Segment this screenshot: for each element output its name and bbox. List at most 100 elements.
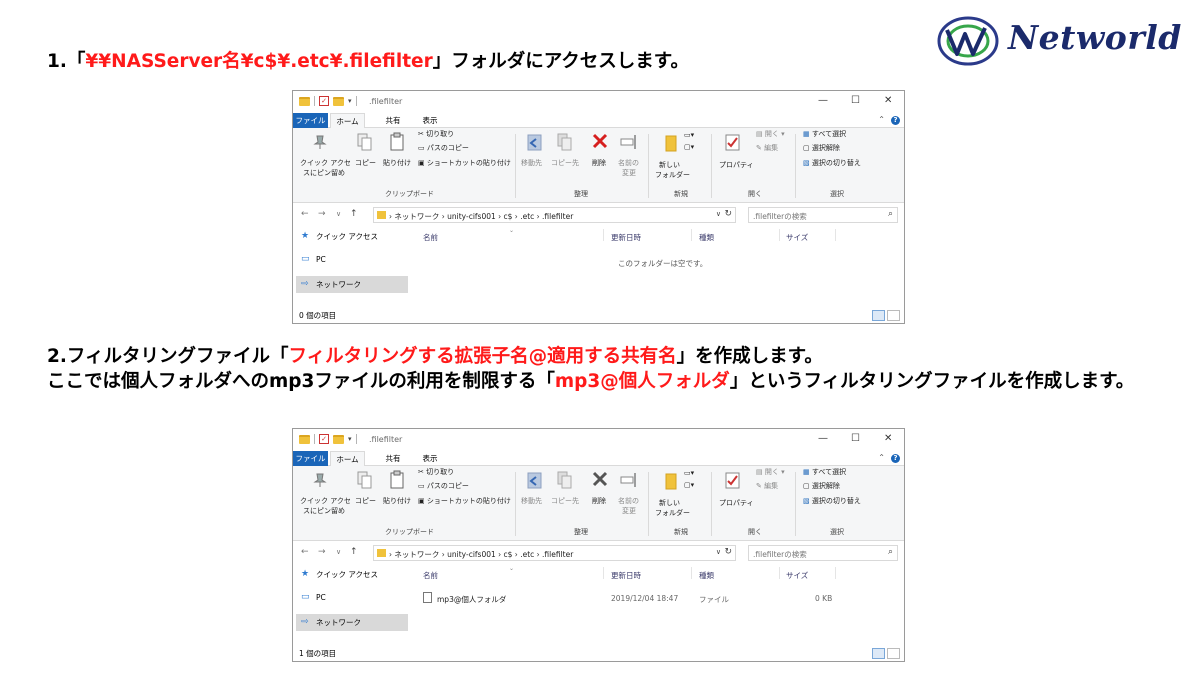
- breadcrumb[interactable]: › ネットワーク › unity-cifs001 › c$ › .etc › .…: [389, 211, 573, 222]
- minimize-button[interactable]: —: [818, 95, 828, 106]
- new-item-icon[interactable]: ▭▾: [684, 131, 694, 139]
- breadcrumb[interactable]: › ネットワーク › unity-cifs001 › c$ › .etc › .…: [389, 549, 573, 560]
- new-folder-button[interactable]: 新しい: [659, 498, 680, 508]
- pin-quick-access-label-2[interactable]: スにピン留め: [303, 506, 345, 516]
- rename-button[interactable]: 名前の: [618, 158, 639, 168]
- tab-file[interactable]: ファイル: [293, 451, 328, 466]
- customize-toolbar-arrow-icon[interactable]: ▾: [348, 435, 352, 443]
- refresh-icon[interactable]: ↻: [724, 547, 732, 557]
- help-icon[interactable]: ?: [891, 454, 900, 463]
- large-icons-view-icon[interactable]: [887, 648, 900, 659]
- copy-button[interactable]: コピー: [355, 496, 376, 506]
- column-modified[interactable]: 更新日時: [611, 232, 641, 243]
- delete-button[interactable]: 削除: [592, 158, 606, 168]
- collapse-ribbon-icon[interactable]: ⌃: [878, 115, 885, 124]
- file-name[interactable]: mp3@個人フォルダ: [437, 594, 506, 605]
- details-view-icon[interactable]: [872, 648, 885, 659]
- edit-button[interactable]: ✎ 編集: [756, 143, 778, 153]
- properties-check-icon[interactable]: ✓: [319, 434, 329, 444]
- properties-button[interactable]: プロパティ: [719, 498, 754, 508]
- address-dropdown-icon[interactable]: ∨: [716, 548, 721, 556]
- nav-item-quick-access[interactable]: ★ クイック アクセス: [296, 566, 408, 583]
- invert-selection-button[interactable]: ▧ 選択の切り替え: [803, 496, 861, 506]
- rename-button-line2[interactable]: 変更: [622, 168, 636, 178]
- maximize-button[interactable]: ☐: [851, 433, 860, 444]
- new-folder-icon[interactable]: [333, 96, 344, 106]
- minimize-button[interactable]: —: [818, 433, 828, 444]
- file-row[interactable]: mp3@個人フォルダ 2019/12/04 18:47 ファイル 0 KB: [423, 590, 903, 606]
- edit-button[interactable]: ✎ 編集: [756, 481, 778, 491]
- copy-path-button[interactable]: ▭ パスのコピー: [418, 481, 469, 491]
- help-icon[interactable]: ?: [891, 116, 900, 125]
- details-view-icon[interactable]: [872, 310, 885, 321]
- cut-button[interactable]: ✂ 切り取り: [418, 467, 454, 477]
- nav-item-quick-access[interactable]: ★ クイック アクセス: [296, 228, 408, 245]
- copy-path-button[interactable]: ▭ パスのコピー: [418, 143, 469, 153]
- nav-item-network[interactable]: ⇨ ネットワーク: [296, 614, 408, 631]
- back-arrow-icon[interactable]: ←: [301, 547, 309, 557]
- invert-selection-button[interactable]: ▧ 選択の切り替え: [803, 158, 861, 168]
- recent-dropdown-icon[interactable]: ∨: [336, 210, 341, 218]
- copy-to-button[interactable]: コピー先: [551, 158, 579, 168]
- large-icons-view-icon[interactable]: [887, 310, 900, 321]
- column-modified[interactable]: 更新日時: [611, 570, 641, 581]
- copy-button[interactable]: コピー: [355, 158, 376, 168]
- pin-quick-access-label-2[interactable]: スにピン留め: [303, 168, 345, 178]
- select-none-button[interactable]: ▢ 選択解除: [803, 143, 840, 153]
- column-name[interactable]: 名前: [423, 570, 438, 581]
- tab-home[interactable]: ホーム: [330, 113, 365, 128]
- cut-button[interactable]: ✂ 切り取り: [418, 129, 454, 139]
- tab-view[interactable]: 表示: [415, 113, 445, 128]
- recent-dropdown-icon[interactable]: ∨: [336, 548, 341, 556]
- search-icon[interactable]: ⌕: [888, 547, 893, 557]
- search-input[interactable]: .filefilterの検索 ⌕: [748, 207, 898, 223]
- open-button[interactable]: ▤ 開く ▾: [756, 129, 785, 139]
- paste-button[interactable]: 貼り付け: [383, 496, 411, 506]
- easy-access-icon[interactable]: ▢▾: [684, 481, 694, 489]
- address-dropdown-icon[interactable]: ∨: [716, 210, 721, 218]
- rename-button[interactable]: 名前の: [618, 496, 639, 506]
- up-arrow-icon[interactable]: ↑: [350, 209, 358, 219]
- close-button[interactable]: ✕: [884, 95, 892, 106]
- forward-arrow-icon[interactable]: →: [318, 209, 326, 219]
- select-none-button[interactable]: ▢ 選択解除: [803, 481, 840, 491]
- tab-share[interactable]: 共有: [378, 113, 408, 128]
- copy-to-button[interactable]: コピー先: [551, 496, 579, 506]
- new-item-icon[interactable]: ▭▾: [684, 469, 694, 477]
- paste-shortcut-button[interactable]: ▣ ショートカットの貼り付け: [418, 158, 511, 168]
- select-all-button[interactable]: ▦ すべて選択: [803, 129, 846, 139]
- search-input[interactable]: .filefilterの検索 ⌕: [748, 545, 898, 561]
- column-type[interactable]: 種類: [699, 232, 714, 243]
- easy-access-icon[interactable]: ▢▾: [684, 143, 694, 151]
- nav-item-pc[interactable]: ▭ PC: [296, 589, 408, 606]
- nav-item-network[interactable]: ⇨ ネットワーク: [296, 276, 408, 293]
- close-button[interactable]: ✕: [884, 433, 892, 444]
- address-bar[interactable]: › ネットワーク › unity-cifs001 › c$ › .etc › .…: [373, 207, 736, 223]
- forward-arrow-icon[interactable]: →: [318, 547, 326, 557]
- nav-item-pc[interactable]: ▭ PC: [296, 251, 408, 268]
- tab-view[interactable]: 表示: [415, 451, 445, 466]
- customize-toolbar-arrow-icon[interactable]: ▾: [348, 97, 352, 105]
- column-name[interactable]: 名前: [423, 232, 438, 243]
- column-size[interactable]: サイズ: [786, 232, 808, 243]
- new-folder-icon[interactable]: [333, 434, 344, 444]
- column-type[interactable]: 種類: [699, 570, 714, 581]
- properties-button[interactable]: プロパティ: [719, 160, 754, 170]
- new-folder-button-line2[interactable]: フォルダー: [655, 508, 690, 518]
- tab-file[interactable]: ファイル: [293, 113, 328, 128]
- paste-button[interactable]: 貼り付け: [383, 158, 411, 168]
- move-to-button[interactable]: 移動先: [521, 496, 542, 506]
- maximize-button[interactable]: ☐: [851, 95, 860, 106]
- open-button[interactable]: ▤ 開く ▾: [756, 467, 785, 477]
- column-size[interactable]: サイズ: [786, 570, 808, 581]
- rename-button-line2[interactable]: 変更: [622, 506, 636, 516]
- delete-button[interactable]: 削除: [592, 496, 606, 506]
- properties-check-icon[interactable]: ✓: [319, 96, 329, 106]
- search-icon[interactable]: ⌕: [888, 209, 893, 219]
- address-bar[interactable]: › ネットワーク › unity-cifs001 › c$ › .etc › .…: [373, 545, 736, 561]
- pin-quick-access-label[interactable]: クイック アクセ: [300, 496, 351, 506]
- paste-shortcut-button[interactable]: ▣ ショートカットの貼り付け: [418, 496, 511, 506]
- pin-quick-access-label[interactable]: クイック アクセ: [300, 158, 351, 168]
- move-to-button[interactable]: 移動先: [521, 158, 542, 168]
- refresh-icon[interactable]: ↻: [724, 209, 732, 219]
